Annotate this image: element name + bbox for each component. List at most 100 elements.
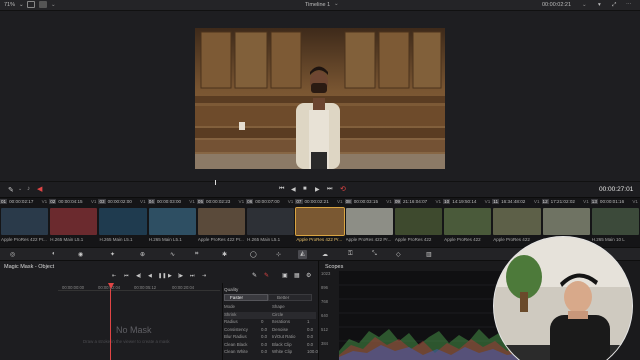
reverse-play-icon[interactable]: ◀ <box>291 186 296 193</box>
mask-setting-row[interactable]: Clean Black 0.0 Black Clip 0.0 <box>224 342 316 349</box>
clip-thumbnail[interactable]: 10 14:19:50:14 V1 Apple ProRes 422 <box>443 198 492 248</box>
clip-thumbnail[interactable]: 08 00:00:03:15 V1 Apple ProRes 422 Pr... <box>344 198 394 248</box>
step-forward-icon[interactable]: |▶ <box>178 273 183 279</box>
pen-tool-icon[interactable]: ✎ <box>8 186 14 194</box>
clip-preview-image <box>444 208 492 235</box>
quality-faster-button[interactable]: Faster <box>224 294 268 301</box>
mute-icon[interactable]: ◀ <box>37 185 42 193</box>
setting-left-value[interactable]: 0 <box>261 319 263 324</box>
clip-header: 06 00:00:07:00 V1 <box>246 199 295 207</box>
qualifier-icon[interactable]: ✱ <box>222 251 227 258</box>
clip-thumbnail[interactable]: 02 00:00:04:15 V1 H.265 Main L5.1 <box>49 198 98 248</box>
motion-effects-icon[interactable]: ⊕ <box>140 251 145 258</box>
grid-icon[interactable]: ▦ <box>294 272 300 279</box>
clip-thumbnail[interactable]: 05 00:00:02:23 V1 Apple ProRes 422 Pr... <box>196 198 246 248</box>
setting-right-value[interactable]: 0.0 <box>307 342 313 347</box>
clip-number: 06 <box>246 199 254 204</box>
setting-left-value[interactable]: 0.0 <box>261 327 267 332</box>
play-icon[interactable]: ▶ <box>315 186 320 193</box>
timeline-name[interactable]: Timeline 1 <box>305 2 330 8</box>
pause-icon[interactable]: ❚❚ <box>158 273 166 279</box>
camera-raw-icon[interactable]: ◎ <box>10 251 15 258</box>
clip-preview-image <box>345 208 393 235</box>
clip-header: 09 21:16:04:07 V1 <box>393 199 443 207</box>
key-icon[interactable]: ⚿ <box>348 251 353 258</box>
loop-icon[interactable]: ⟲ <box>340 185 346 193</box>
magic-mask-icon[interactable]: ◭ <box>298 250 307 259</box>
layer-icon[interactable]: ▣ <box>282 272 288 279</box>
setting-right-value[interactable]: 0.0 <box>307 327 313 332</box>
clip-timecode: 00:00:02:17 <box>9 199 34 204</box>
split-view-icon[interactable] <box>39 1 47 8</box>
tracker-icon[interactable]: ⊹ <box>276 251 281 258</box>
setting-right-value[interactable]: 1 <box>307 319 309 324</box>
3d-icon[interactable]: ◇ <box>396 251 401 258</box>
pin-icon[interactable]: ▾ <box>598 2 601 8</box>
pen-add-icon[interactable]: ✎ <box>252 272 257 279</box>
quality-better-button[interactable]: Better <box>268 294 312 301</box>
clip-thumbnail[interactable]: 06 00:00:07:00 V1 H.265 Main L5.1 <box>246 198 295 248</box>
settings-icon[interactable]: ⚙ <box>306 272 311 279</box>
scope-scale-tick: 768 <box>321 299 328 304</box>
track-reverse-icon[interactable]: ◀ <box>148 273 152 279</box>
color-warper-icon[interactable]: ⌗ <box>195 251 198 258</box>
clip-number: 02 <box>49 199 57 204</box>
skip-forward-icon[interactable]: ⏭ <box>190 273 195 279</box>
viewer-layout-icon[interactable] <box>27 1 35 8</box>
mask-setting-row[interactable]: Blur Radius 0.0 In/Out Ratio 0.0 <box>224 334 316 341</box>
more-options-icon[interactable]: ⋯ <box>626 2 632 8</box>
clip-timecode: 00:00:01:16 <box>599 199 625 204</box>
setting-left-value[interactable]: 0.0 <box>261 334 267 339</box>
mask-setting-row[interactable]: Consistency 0.0 Denoise 0.0 <box>224 327 316 334</box>
color-match-icon[interactable]: ◐ <box>52 251 56 257</box>
pen-subtract-icon[interactable]: ✎ <box>264 272 269 279</box>
setting-right-label: Black Clip <box>272 341 292 347</box>
fullscreen-icon[interactable]: ⤢ <box>612 2 616 9</box>
color-wheels-icon[interactable]: ◉ <box>78 251 83 258</box>
blur-icon[interactable]: ☁ <box>322 251 328 258</box>
scopes-toggle-icon[interactable]: ▥ <box>426 251 432 258</box>
zoom-dropdown-icon[interactable]: ⌄ <box>19 2 24 8</box>
window-icon[interactable]: ◯ <box>250 251 257 258</box>
mask-next-icon[interactable]: ⇥ <box>202 273 206 279</box>
track-forward-icon[interactable]: ▶ <box>168 273 172 279</box>
clip-track: V1 <box>41 199 48 204</box>
clip-timecode: 00:00:03:15 <box>353 199 379 204</box>
video-frame[interactable] <box>195 28 445 169</box>
audio-icon[interactable]: ♪ <box>27 186 30 192</box>
mask-prev-icon[interactable]: ⇤ <box>112 273 116 279</box>
skip-back-icon[interactable]: ⏮ <box>124 273 129 279</box>
setting-right-value[interactable]: 100.0 <box>307 349 318 354</box>
mask-setting-row[interactable]: Shrink Circle <box>224 311 316 319</box>
mask-setting-row[interactable]: Radius 0 Iterations 1 <box>224 319 316 326</box>
timecode-dropdown-icon[interactable]: ⌄ <box>582 2 587 8</box>
setting-left-value[interactable]: 0.0 <box>261 342 267 347</box>
setting-right-label: Circle <box>272 311 284 317</box>
clip-thumbnail[interactable]: 01 00:00:02:17 V1 Apple ProRes 422 Pr... <box>0 198 49 248</box>
timeline-dropdown-icon[interactable]: ⌄ <box>334 1 339 7</box>
mask-playhead-line <box>110 289 111 360</box>
mask-setting-row[interactable]: Clean White 0.0 White Clip 100.0 <box>224 349 318 356</box>
clip-preview-image <box>99 208 147 235</box>
faster-label: Faster <box>230 295 244 300</box>
stop-icon[interactable]: ■ <box>303 186 307 192</box>
curves-icon[interactable]: ∿ <box>170 251 175 258</box>
chevron-down-icon[interactable]: ⌄ <box>18 186 22 192</box>
skip-back-icon[interactable]: ⏮ <box>279 186 284 193</box>
mask-setting-row[interactable]: Mode Shape <box>224 304 316 311</box>
setting-right-value[interactable]: 0.0 <box>307 334 313 339</box>
clip-thumbnail[interactable]: 07 00:00:02:21 V1 Apple ProRes 422 Pr... <box>295 198 345 248</box>
scrubber-playhead[interactable] <box>215 180 216 185</box>
clip-thumbnail[interactable]: 13 00:00:01:16 V1 H.265 Main 10 L <box>590 198 640 248</box>
skip-forward-icon[interactable]: ⏭ <box>327 186 332 193</box>
rgb-mixer-icon[interactable]: ✦ <box>110 251 115 258</box>
setting-left-value[interactable]: 0.0 <box>261 349 267 354</box>
sizing-icon[interactable]: ⤡ <box>372 251 377 258</box>
clip-thumbnail[interactable]: 03 00:00:02:00 V1 H.265 Main L5.1 <box>98 198 147 248</box>
clip-thumbnail[interactable]: 04 00:00:03:00 V1 H.265 Main L5.1 <box>147 198 197 248</box>
step-back-icon[interactable]: ◀| <box>136 273 141 279</box>
clip-thumbnail[interactable]: 11 16:34:48:02 V1 Apple ProRes 422 <box>492 198 541 248</box>
clip-thumbnail[interactable]: 09 21:16:04:07 V1 Apple ProRes 422 <box>393 198 443 248</box>
chevron-down-icon[interactable]: ⌄ <box>51 2 56 8</box>
zoom-level[interactable]: 71% <box>4 2 15 8</box>
